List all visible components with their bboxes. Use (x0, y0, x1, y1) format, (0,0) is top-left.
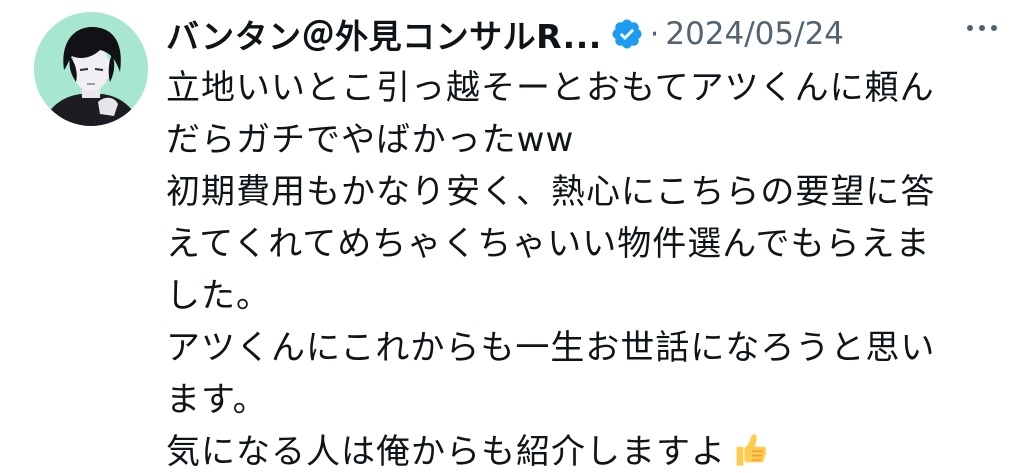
header-separator: · (649, 16, 660, 52)
tweet-line: 立地いいとこ引っ越そーとおもてアツくんに頼ん (166, 68, 935, 108)
tweet-line: だらガチでやばかったww (166, 120, 575, 160)
tweet-line-last: 気になる人は俺からも紹介しますよ (166, 426, 996, 473)
profile-avatar[interactable] (34, 12, 148, 126)
avatar-illustration (34, 12, 148, 126)
tweet-text: 立地いいとこ引っ越そーとおもてアツくんに頼ん だらガチでやばかったww 初期費用… (166, 62, 996, 473)
tweet-line: アツくんにこれからも一生お世話になろうと思い (166, 328, 936, 368)
tweet-header: バンタン＠外見コンサルR... · 2024/05/24 (166, 8, 1006, 60)
tweet-line: ます。 (166, 380, 268, 420)
more-horizontal-icon (967, 25, 997, 31)
display-name[interactable]: バンタン＠外見コンサルR... (166, 10, 602, 58)
tweet-date[interactable]: 2024/05/24 (665, 16, 844, 52)
more-options-button[interactable] (962, 10, 1002, 46)
thumbs-up-emoji (730, 429, 770, 473)
tweet[interactable]: バンタン＠外見コンサルR... · 2024/05/24 立地いいとこ引っ越そー… (0, 0, 1024, 473)
tweet-line: 初期費用もかなり安く、熱心にこちらの要望に答 (166, 172, 936, 212)
tweet-line: した。 (166, 276, 271, 316)
tweet-line: えてくれてめちゃくちゃいい物件選んでもらえま (166, 224, 931, 264)
verified-badge-icon (610, 17, 644, 51)
tweet-line-text: 気になる人は俺からも紹介しますよ (166, 432, 726, 472)
